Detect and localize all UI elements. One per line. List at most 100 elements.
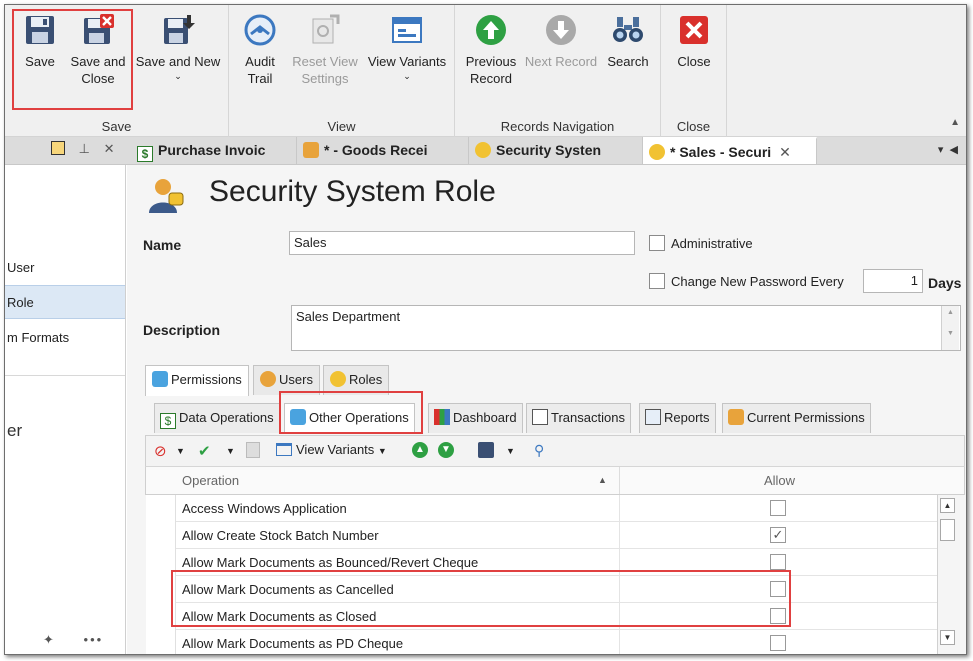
name-input[interactable]: Sales xyxy=(289,231,635,255)
pane-layout-icon[interactable] xyxy=(51,141,65,155)
navigation-pane: User Role m Formats er ✦ ••• xyxy=(5,165,126,654)
doc-tab-purchase-invoice[interactable]: $ Purchase Invoic xyxy=(131,137,297,164)
search-label: Search xyxy=(607,54,649,69)
nav-settings-icon[interactable]: ✦ xyxy=(43,632,54,647)
doc-tab-sales-security[interactable]: * Sales - Securi ✕ xyxy=(643,137,817,164)
arrow-up-green-icon[interactable]: ▲ xyxy=(412,442,428,458)
allow-checkbox[interactable] xyxy=(770,635,786,651)
users-icon xyxy=(260,371,276,387)
nav-item-role[interactable]: Role xyxy=(5,285,125,319)
doc-tab-label: Purchase Invoic xyxy=(158,142,266,158)
table-row[interactable]: Allow Mark Documents as PD Cheque xyxy=(176,630,939,654)
tab-label: Current Permissions xyxy=(747,410,865,425)
tabs-level2: $ Data Operations Other Operations Dashbo… xyxy=(150,403,965,435)
group-label-close: Close xyxy=(676,119,711,134)
doc-tab-label: * Sales - Securi xyxy=(670,144,772,160)
next-record-label: Next Record xyxy=(524,54,598,69)
deny-icon[interactable]: ⊘ xyxy=(154,442,167,460)
pane-close-icon[interactable]: ✕ xyxy=(104,141,115,156)
nav-group-partial[interactable]: er xyxy=(7,421,22,441)
tab-reports[interactable]: Reports xyxy=(639,403,716,433)
audit-trail-label-1: Audit xyxy=(245,54,275,69)
change-password-label: Change New Password Every xyxy=(671,274,844,289)
table-row[interactable]: Allow Create Stock Batch Number ✓ xyxy=(176,522,939,549)
grant-icon[interactable]: ✔ xyxy=(198,442,211,460)
grid-view-variants-button[interactable]: View Variants ▼ xyxy=(276,442,387,457)
allow-checkbox[interactable] xyxy=(770,500,786,516)
description-scrollbar[interactable]: ▲ ▼ xyxy=(941,306,959,350)
administrative-checkbox[interactable] xyxy=(649,235,665,251)
name-label: Name xyxy=(143,237,182,253)
arrow-down-green-icon[interactable]: ▼ xyxy=(438,442,454,458)
tab-label: Roles xyxy=(349,372,383,387)
highlight-box-rows xyxy=(171,570,791,627)
view-variants-button[interactable]: View Variants ⌄ xyxy=(365,13,449,85)
chevron-down-icon[interactable]: ▼ xyxy=(226,446,235,456)
tab-dashboard[interactable]: Dashboard xyxy=(428,403,523,433)
column-header-allow[interactable]: Allow xyxy=(619,467,939,494)
close-button[interactable]: Close xyxy=(669,13,719,70)
reset-view-label-1: Reset View xyxy=(292,54,358,69)
tab-data-operations[interactable]: $ Data Operations xyxy=(154,403,280,433)
tab-transactions[interactable]: Transactions xyxy=(526,403,631,433)
grid-vertical-scrollbar[interactable]: ▲ ▼ xyxy=(937,495,957,654)
more-icon[interactable]: ••• xyxy=(84,632,104,647)
chevron-down-icon[interactable]: ⌄ xyxy=(365,68,449,85)
save-and-new-label: Save and New xyxy=(135,54,221,69)
find-icon[interactable]: ⚲ xyxy=(534,442,544,459)
ribbon: Save Save and Close Save and New ⌄ Save … xyxy=(5,5,966,137)
previous-record-label-2: Record xyxy=(470,71,512,86)
change-password-checkbox[interactable] xyxy=(649,273,665,289)
chevron-down-icon[interactable]: ⌄ xyxy=(133,68,223,85)
grid-view-variants-label: View Variants xyxy=(296,442,375,457)
view-variants-icon xyxy=(392,17,422,43)
previous-record-button[interactable]: Previous Record xyxy=(461,13,521,87)
doc-tab-goods-receipt[interactable]: * - Goods Recei xyxy=(297,137,469,164)
table-row[interactable]: Access Windows Application xyxy=(176,495,939,522)
lock-icon xyxy=(728,409,744,425)
grid-toolbar: ⊘ ▼ ✔ ▼ View Variants ▼ ▲ ▼ ▼ ⚲ xyxy=(145,435,965,467)
allow-checkbox[interactable] xyxy=(770,554,786,570)
group-label-save: Save xyxy=(101,119,132,134)
ribbon-collapse-icon[interactable]: ▲ xyxy=(950,117,960,128)
doc-tab-security-system[interactable]: Security Systen xyxy=(469,137,643,164)
pane-controls: ⊥ ✕ xyxy=(51,141,114,157)
goods-icon xyxy=(303,142,319,158)
search-button[interactable]: Search xyxy=(603,13,653,70)
doc-tab-label: Security Systen xyxy=(496,142,602,158)
column-header-operation[interactable]: Operation xyxy=(182,467,239,494)
reset-view-label-2: Settings xyxy=(301,71,349,86)
scroll-up-icon[interactable]: ▲ xyxy=(940,498,955,513)
chevron-down-icon[interactable]: ▼ xyxy=(506,446,515,456)
nav-item-formats[interactable]: m Formats xyxy=(5,321,125,355)
previous-record-label-1: Previous xyxy=(465,54,517,69)
allow-cell xyxy=(619,630,939,654)
mask-icon xyxy=(330,371,346,387)
nav-bottom-controls: ✦ ••• xyxy=(43,632,103,648)
description-textarea[interactable]: Sales Department xyxy=(291,305,961,351)
permissions-icon xyxy=(152,371,168,387)
allow-cell: ✓ xyxy=(619,522,939,548)
ribbon-group-view: Audit Trail Reset View Settings View Var… xyxy=(229,5,455,137)
password-days-input[interactable]: 1 xyxy=(863,269,923,293)
scroll-thumb[interactable] xyxy=(940,519,955,541)
document-tab-bar: ⊥ ✕ $ Purchase Invoic * - Goods Recei Sec… xyxy=(5,137,966,165)
audit-trail-icon xyxy=(244,14,276,46)
nav-item-user[interactable]: User xyxy=(5,251,125,285)
next-record-button[interactable]: Next Record xyxy=(523,13,599,70)
audit-trail-button[interactable]: Audit Trail xyxy=(235,13,285,87)
tab-current-permissions[interactable]: Current Permissions xyxy=(722,403,871,433)
tab-label: Permissions xyxy=(171,372,242,387)
tab-permissions[interactable]: Permissions xyxy=(145,365,249,396)
pin-icon[interactable]: ⊥ xyxy=(79,141,90,156)
reset-view-settings-button[interactable]: Reset View Settings xyxy=(289,13,361,87)
copy-icon[interactable] xyxy=(246,442,260,458)
sort-ascending-icon[interactable]: ▲ xyxy=(598,467,607,494)
tab-overflow-icon[interactable]: ▾ ◀ xyxy=(938,143,958,156)
allow-checkbox-checked[interactable]: ✓ xyxy=(770,527,786,543)
save-layout-icon[interactable] xyxy=(478,442,494,458)
scroll-down-icon[interactable]: ▼ xyxy=(940,630,955,645)
tab-close-icon[interactable]: ✕ xyxy=(779,144,791,160)
save-and-new-button[interactable]: Save and New ⌄ xyxy=(133,13,223,85)
chevron-down-icon[interactable]: ▼ xyxy=(176,446,185,456)
